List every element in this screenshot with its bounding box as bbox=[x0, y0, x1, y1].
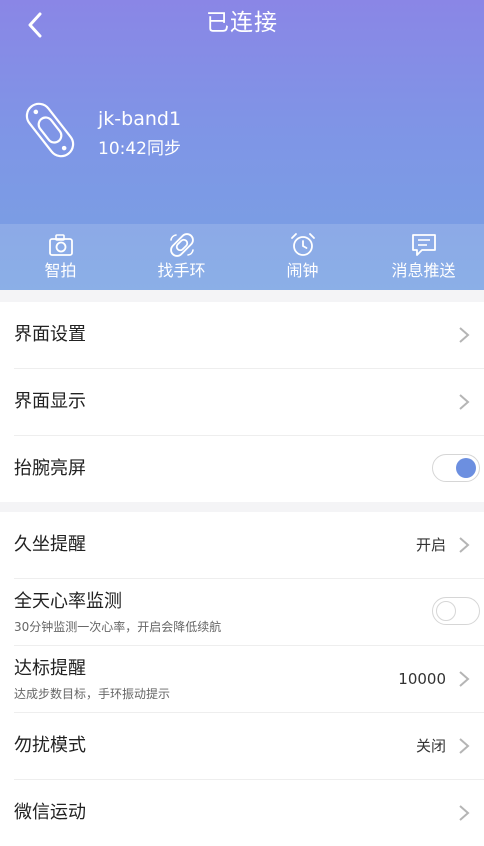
quick-action-notifications[interactable]: 消息推送 bbox=[363, 224, 484, 290]
row-value: 关闭 bbox=[415, 737, 446, 755]
settings-row-sedentary-reminder[interactable]: 久坐提醒 开启 bbox=[14, 512, 484, 579]
row-label: 抬腕亮屏 bbox=[14, 458, 86, 479]
row-label: 达标提醒 bbox=[14, 658, 86, 679]
device-header: 已连接 jk-band1 10:42同步 智拍 找手环 闹钟 消息推送 bbox=[0, 0, 484, 290]
settings-row-goal-reminder[interactable]: 达标提醒 达成步数目标，手环振动提示 10000 bbox=[14, 646, 484, 713]
device-name: jk-band1 bbox=[98, 108, 182, 130]
row-sublabel: 达成步数目标，手环振动提示 bbox=[14, 687, 171, 701]
message-icon bbox=[411, 234, 436, 256]
settings-row-wechat-sport[interactable]: 微信运动 bbox=[14, 780, 484, 846]
settings-row-do-not-disturb[interactable]: 勿扰模式 关闭 bbox=[14, 713, 484, 780]
quick-action-alarm[interactable]: 闹钟 bbox=[242, 224, 363, 290]
row-label: 界面显示 bbox=[14, 391, 86, 412]
row-value: 开启 bbox=[415, 536, 446, 554]
settings-group-display: 界面设置 界面显示 抬腕亮屏 bbox=[0, 302, 484, 502]
row-label: 界面设置 bbox=[14, 324, 86, 345]
heart-rate-toggle[interactable] bbox=[432, 597, 480, 625]
chevron-right-icon bbox=[459, 738, 470, 754]
raise-to-wake-toggle[interactable] bbox=[432, 454, 480, 482]
toggle-knob bbox=[436, 601, 456, 621]
page-title: 已连接 bbox=[206, 10, 278, 36]
quick-action-label: 智拍 bbox=[44, 261, 77, 280]
chevron-right-icon bbox=[459, 394, 470, 410]
quick-action-bar: 智拍 找手环 闹钟 消息推送 bbox=[0, 224, 484, 290]
band-device-icon bbox=[25, 102, 75, 158]
settings-row-heart-rate-monitor: 全天心率监测 30分钟监测一次心率，开启会降低续航 bbox=[14, 579, 484, 646]
row-label: 勿扰模式 bbox=[14, 735, 86, 756]
settings-group-reminders: 久坐提醒 开启 全天心率监测 30分钟监测一次心率，开启会降低续航 达标提醒 达… bbox=[0, 512, 484, 846]
chevron-right-icon bbox=[459, 805, 470, 821]
sync-status: 10:42同步 bbox=[98, 139, 181, 159]
toggle-knob bbox=[456, 458, 476, 478]
alarm-clock-icon bbox=[290, 233, 315, 256]
row-label: 久坐提醒 bbox=[14, 534, 86, 555]
settings-row-interface-display[interactable]: 界面显示 bbox=[14, 369, 484, 436]
chevron-right-icon bbox=[459, 671, 470, 687]
band-search-icon bbox=[169, 233, 194, 257]
quick-action-label: 消息推送 bbox=[391, 261, 456, 280]
chevron-right-icon bbox=[459, 537, 470, 553]
quick-action-find-band[interactable]: 找手环 bbox=[121, 224, 242, 290]
row-value: 10000 bbox=[398, 670, 446, 688]
settings-row-interface-settings[interactable]: 界面设置 bbox=[14, 302, 484, 369]
quick-action-smart-photo[interactable]: 智拍 bbox=[0, 224, 121, 290]
row-label: 全天心率监测 bbox=[14, 591, 122, 612]
camera-icon bbox=[48, 234, 73, 256]
chevron-right-icon bbox=[459, 327, 470, 343]
row-label: 微信运动 bbox=[14, 802, 86, 823]
quick-action-label: 找手环 bbox=[157, 261, 206, 280]
row-sublabel: 30分钟监测一次心率，开启会降低续航 bbox=[14, 620, 222, 634]
settings-row-raise-to-wake: 抬腕亮屏 bbox=[14, 436, 484, 502]
quick-action-label: 闹钟 bbox=[286, 261, 319, 280]
